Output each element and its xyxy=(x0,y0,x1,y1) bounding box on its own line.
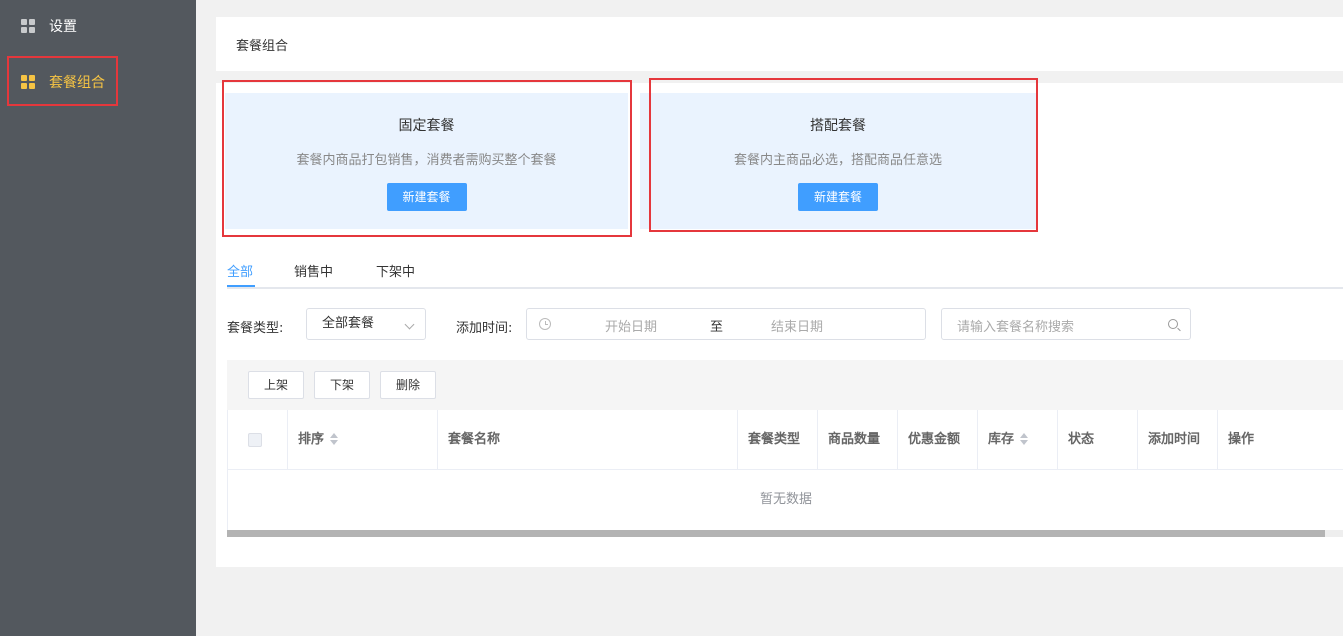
column-label: 套餐名称 xyxy=(448,432,501,447)
column-status: 状态 xyxy=(1058,410,1138,470)
column-quantity: 商品数量 xyxy=(818,410,898,470)
select-all-checkbox[interactable] xyxy=(248,433,262,447)
search-icon[interactable] xyxy=(1168,319,1178,329)
fixed-package-card: 固定套餐 套餐内商品打包销售，消费者需购买整个套餐 新建套餐 xyxy=(225,93,628,229)
sidebar-item-settings[interactable]: 设置 xyxy=(0,6,196,46)
combo-package-card: 搭配套餐 套餐内主商品必选，搭配商品任意选 新建套餐 xyxy=(640,93,1036,229)
card-description: 套餐内商品打包销售，消费者需购买整个套餐 xyxy=(296,153,557,168)
column-actions: 操作 xyxy=(1218,410,1343,470)
active-tab-indicator xyxy=(227,285,255,287)
column-added-time: 添加时间 xyxy=(1138,410,1218,470)
new-fixed-package-button[interactable]: 新建套餐 xyxy=(386,183,467,211)
column-label: 状态 xyxy=(1068,432,1095,447)
end-date-input[interactable]: 结束日期 xyxy=(771,316,823,335)
status-tabs: 全部 销售中 下架中 xyxy=(227,254,1343,289)
card-title: 搭配套餐 xyxy=(810,118,866,134)
tab-off-shelf[interactable]: 下架中 xyxy=(376,261,415,280)
grid-icon xyxy=(21,75,35,89)
column-label: 库存 xyxy=(988,432,1015,447)
take-off-shelf-button[interactable]: 下架 xyxy=(314,371,370,399)
select-value: 全部套餐 xyxy=(322,316,375,331)
sort-icon[interactable] xyxy=(330,432,339,445)
tab-all[interactable]: 全部 xyxy=(227,261,253,280)
page-title: 套餐组合 xyxy=(236,38,289,54)
sidebar-item-package-combo[interactable]: 套餐组合 xyxy=(0,62,196,102)
column-name: 套餐名称 xyxy=(438,410,738,470)
start-date-input[interactable]: 开始日期 xyxy=(605,316,657,335)
select-all-cell xyxy=(228,410,288,470)
sidebar-item-label: 设置 xyxy=(49,19,77,35)
column-type: 套餐类型 xyxy=(738,410,818,470)
column-label: 排序 xyxy=(298,432,325,447)
sidebar: 设置 套餐组合 xyxy=(0,0,196,636)
delete-button[interactable]: 删除 xyxy=(380,371,436,399)
grid-icon xyxy=(21,19,35,33)
column-stock: 库存 xyxy=(978,410,1058,470)
put-on-shelf-button[interactable]: 上架 xyxy=(248,371,304,399)
time-filter-label: 添加时间: xyxy=(456,321,513,336)
search-input[interactable]: 请输入套餐名称搜索 xyxy=(941,308,1191,340)
column-label: 商品数量 xyxy=(828,432,881,447)
search-placeholder: 请输入套餐名称搜索 xyxy=(957,320,1075,335)
table-header: 排序 套餐名称 套餐类型 商品数量 优惠金额 库存 状态 添加时间 操作 xyxy=(228,410,1343,470)
column-label: 添加时间 xyxy=(1148,432,1201,447)
card-title: 固定套餐 xyxy=(398,118,455,134)
package-type-select[interactable]: 全部套餐 xyxy=(306,308,426,340)
sort-icon[interactable] xyxy=(1020,432,1029,445)
clock-icon xyxy=(539,318,551,330)
tab-on-sale[interactable]: 销售中 xyxy=(294,261,333,280)
column-label: 操作 xyxy=(1228,432,1255,447)
date-range-picker[interactable]: 开始日期 至 结束日期 xyxy=(526,308,926,340)
package-table: 排序 套餐名称 套餐类型 商品数量 优惠金额 库存 状态 添加时间 操作 暂无数… xyxy=(227,410,1343,536)
empty-state: 暂无数据 xyxy=(759,492,812,507)
column-discount: 优惠金额 xyxy=(898,410,978,470)
page-header: 套餐组合 xyxy=(216,17,1343,71)
column-label: 套餐类型 xyxy=(748,432,801,447)
batch-toolbar: 上架 下架 删除 xyxy=(227,360,1343,410)
sidebar-item-label: 套餐组合 xyxy=(49,75,105,91)
type-filter-label: 套餐类型: xyxy=(227,321,284,336)
chevron-down-icon xyxy=(404,319,415,330)
scrollbar-thumb[interactable] xyxy=(227,530,1325,537)
horizontal-scrollbar[interactable] xyxy=(227,530,1343,537)
new-combo-package-button[interactable]: 新建套餐 xyxy=(798,183,878,211)
card-description: 套餐内主商品必选，搭配商品任意选 xyxy=(733,153,942,168)
column-label: 优惠金额 xyxy=(908,432,961,447)
range-separator: 至 xyxy=(710,320,724,335)
column-sort: 排序 xyxy=(288,410,438,470)
